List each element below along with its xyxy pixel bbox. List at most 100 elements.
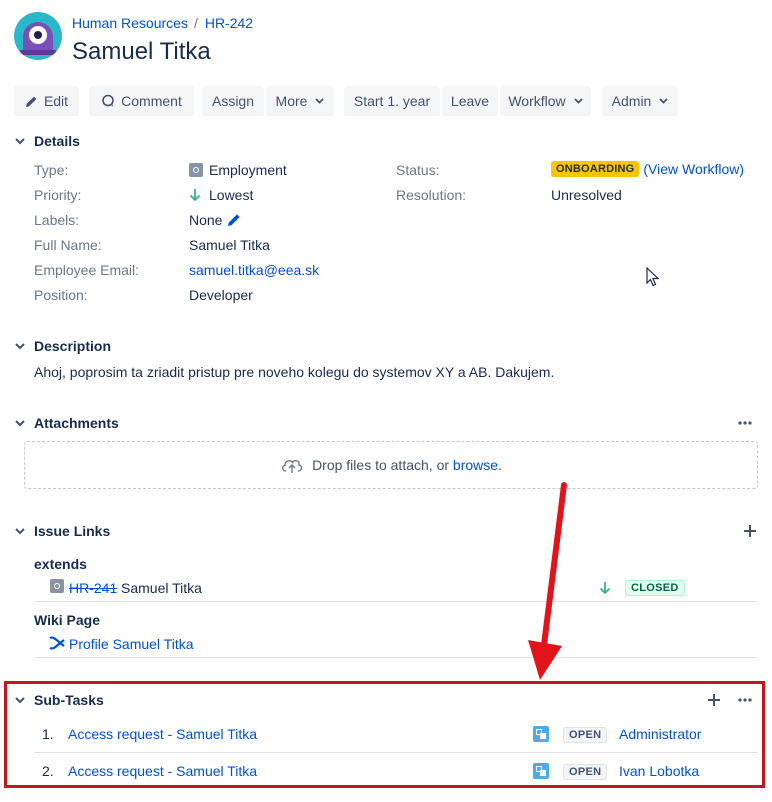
edit-button-label: Edit (43, 93, 69, 109)
description-heading: Description (34, 338, 112, 354)
wiki-link-row: Profile Samuel Titka (34, 634, 758, 658)
page-title: Samuel Titka (72, 38, 211, 65)
pencil-icon[interactable] (227, 213, 241, 227)
subtask-type-icon (533, 726, 549, 742)
admin-button-label: Admin (611, 93, 652, 109)
edit-button[interactable]: Edit (14, 86, 79, 116)
breadcrumb-project-link[interactable]: Human Resources (72, 15, 188, 31)
linked-issue-summary[interactable]: Samuel Titka (121, 580, 202, 596)
type-value-text: Employment (209, 162, 287, 178)
view-workflow-link[interactable]: (View Workflow) (643, 161, 744, 177)
attachments-dropzone[interactable]: Drop files to attach, or browse. (24, 441, 758, 489)
resolution-label: Resolution: (396, 187, 467, 203)
subtask-number: 1. (42, 726, 54, 742)
subtask-divider (34, 752, 758, 753)
chevron-down-icon (315, 98, 325, 104)
priority-value: Lowest (189, 187, 253, 203)
full-name-value: Samuel Titka (189, 237, 270, 253)
description-text: Ahoj, poprosim ta zriadit pristup pre no… (34, 364, 555, 380)
subtask-row: 1. Access request - Samuel Titka OPEN Ad… (34, 726, 758, 762)
employment-type-icon (50, 579, 64, 593)
subtask-type-icon (533, 763, 549, 779)
leave-button[interactable]: Leave (442, 86, 498, 116)
priority-value-text: Lowest (209, 187, 254, 203)
breadcrumb-issue-key-link[interactable]: HR-242 (205, 15, 253, 31)
breadcrumb-separator: / (193, 15, 198, 31)
breadcrumb: Human Resources / HR-242 (72, 15, 253, 31)
subtask-row: 2. Access request - Samuel Titka OPEN Iv… (34, 763, 758, 799)
position-label: Position: (34, 287, 88, 303)
confluence-icon (49, 635, 65, 651)
linked-issue-key[interactable]: HR-241 (69, 580, 117, 596)
subtask-title-link[interactable]: Access request - Samuel Titka (68, 763, 257, 779)
mouse-cursor-icon (646, 266, 660, 290)
project-avatar-icon[interactable] (14, 12, 62, 60)
status-badge: CLOSED (625, 580, 685, 596)
assign-button[interactable]: Assign (202, 86, 264, 116)
chevron-down-icon (14, 340, 26, 352)
type-label: Type: (34, 162, 69, 178)
subtask-assignee-link[interactable]: Ivan Lobotka (619, 763, 699, 779)
workflow-button[interactable]: Workflow (500, 86, 591, 116)
chevron-down-icon (14, 417, 26, 429)
issue-header: Human Resources / HR-242 Samuel Titka (14, 12, 754, 68)
chevron-down-icon (659, 98, 668, 104)
status-value: ONBOARDING (View Workflow) (551, 161, 744, 177)
labels-value[interactable]: None (189, 212, 241, 228)
add-subtask-icon[interactable] (705, 691, 723, 709)
chevron-down-icon (14, 135, 26, 147)
chevron-down-icon (14, 525, 26, 537)
issue-links-heading: Issue Links (34, 523, 111, 539)
attachments-section-toggle[interactable]: Attachments (14, 413, 119, 433)
arrow-down-icon (189, 188, 201, 202)
employee-email-label: Employee Email: (34, 262, 140, 278)
browse-link[interactable]: browse. (453, 457, 502, 473)
wiki-page-link[interactable]: Profile Samuel Titka (69, 636, 194, 652)
type-value: Employment (189, 162, 287, 178)
dropzone-text: Drop files to attach, or (312, 457, 450, 473)
priority-label: Priority: (34, 187, 82, 203)
labels-value-text: None (189, 212, 223, 228)
full-name-label: Full Name: (34, 237, 102, 253)
position-value: Developer (189, 287, 253, 303)
status-badge: ONBOARDING (551, 161, 640, 177)
status-badge: OPEN (563, 727, 608, 743)
resolution-value: Unresolved (551, 187, 622, 203)
comment-icon (101, 94, 115, 108)
start-1-year-button[interactable]: Start 1. year (344, 86, 440, 116)
attachments-more-icon[interactable] (736, 414, 754, 432)
link-group-extends: extends (34, 556, 87, 572)
issue-links-section-toggle[interactable]: Issue Links (14, 521, 110, 541)
subtasks-more-icon[interactable] (736, 691, 754, 709)
subtask-title-link[interactable]: Access request - Samuel Titka (68, 726, 257, 742)
comment-button-label: Comment (121, 93, 182, 109)
employee-email-link[interactable]: samuel.titka@eea.sk (189, 262, 319, 278)
more-button-label: More (275, 93, 308, 109)
chevron-down-icon (14, 694, 26, 706)
workflow-button-label: Workflow (508, 93, 566, 109)
details-heading: Details (34, 133, 80, 149)
labels-label: Labels: (34, 212, 80, 228)
link-group-wiki-page: Wiki Page (34, 612, 101, 628)
subtask-number: 2. (42, 763, 54, 779)
pencil-icon (25, 95, 38, 108)
cloud-upload-icon (280, 456, 304, 474)
status-label: Status: (396, 162, 440, 178)
more-button[interactable]: More (266, 86, 334, 116)
admin-button[interactable]: Admin (602, 86, 678, 116)
annotation-arrow-icon (528, 482, 567, 680)
subtasks-heading: Sub-Tasks (34, 692, 104, 708)
arrow-down-icon (599, 581, 611, 595)
comment-button[interactable]: Comment (89, 86, 194, 116)
subtasks-section-toggle[interactable]: Sub-Tasks (14, 690, 104, 710)
status-badge: OPEN (563, 764, 608, 780)
chevron-down-icon (574, 98, 583, 104)
attachments-heading: Attachments (34, 415, 119, 431)
linked-issue-row: HR-241 Samuel Titka CLOSED (34, 578, 758, 602)
description-section-toggle[interactable]: Description (14, 336, 111, 356)
employment-type-icon (189, 163, 203, 177)
subtask-assignee-link[interactable]: Administrator (619, 726, 701, 742)
issue-toolbar: Edit Comment Assign More Start 1. year L… (14, 86, 764, 116)
details-section-toggle[interactable]: Details (14, 131, 80, 151)
add-link-icon[interactable] (741, 522, 759, 540)
